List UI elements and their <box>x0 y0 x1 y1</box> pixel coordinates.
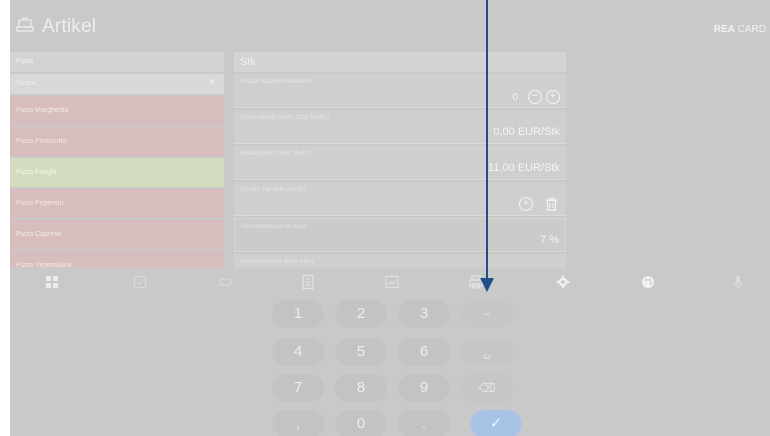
list-icon[interactable] <box>300 274 316 290</box>
brand-light: CARD <box>734 24 766 35</box>
decimals-field[interactable]: Anzahl Nachkommastellen 0 − + <box>234 74 566 108</box>
category-header[interactable]: Pizza <box>10 52 224 72</box>
tag-icon[interactable] <box>218 274 234 290</box>
key-3[interactable]: 3 <box>398 300 450 328</box>
vat-out-of-house-label: Mehrwertsteuer außer Haus <box>240 259 315 265</box>
list-item[interactable]: Pizza Caprese <box>10 220 224 249</box>
search-input[interactable]: Suche... × <box>10 74 224 94</box>
sale-price-field[interactable]: Verkaufspreis (inkl. MwSt.) 11,00 EUR/St… <box>234 146 566 180</box>
search-placeholder: Suche... <box>16 80 42 87</box>
key-5[interactable]: 5 <box>335 338 387 366</box>
pointer-arrow-icon <box>480 278 494 292</box>
decimals-label: Anzahl Nachkommastellen <box>240 79 312 85</box>
microphone-icon[interactable] <box>730 274 746 290</box>
purchase-price-label: Einkaufspreis (netto, zzgl. MwSt.) <box>240 115 330 121</box>
key-2[interactable]: 2 <box>335 300 387 328</box>
sale-price-label: Verkaufspreis (inkl. MwSt.) <box>240 151 312 157</box>
minus-icon[interactable]: − <box>528 90 542 104</box>
key-9[interactable]: 9 <box>398 374 450 402</box>
schoko-tag-label: Schoko Tag (inkl. MwSt.) <box>240 187 306 193</box>
list-item[interactable]: Pizza Peperoni <box>10 189 224 218</box>
register-icon <box>16 17 34 32</box>
page-title: Artikel <box>42 16 97 37</box>
gear-icon[interactable] <box>555 274 571 290</box>
list-item-selected[interactable]: Pizza Funghi <box>10 158 224 187</box>
decimals-stepper: 0 − + <box>512 90 560 104</box>
grid-icon[interactable] <box>44 274 60 290</box>
key-4[interactable]: 4 <box>272 338 324 366</box>
purchase-price-field[interactable]: Einkaufspreis (netto, zzgl. MwSt.) 0,00 … <box>234 110 566 144</box>
vat-in-house-value: 7 % <box>540 234 559 246</box>
plus-icon[interactable]: + <box>546 90 560 104</box>
key-6[interactable]: 6 <box>398 338 450 366</box>
key-space[interactable]: ␣ <box>461 338 513 366</box>
schoko-actions: + <box>519 197 558 211</box>
key-7[interactable]: 7 <box>272 374 324 402</box>
key-comma[interactable]: , <box>272 410 324 436</box>
box-icon[interactable] <box>132 274 148 290</box>
key-dot[interactable]: . <box>398 410 450 436</box>
list-item[interactable]: Pizza Vegetaliana <box>10 251 224 268</box>
clear-search-icon[interactable]: × <box>209 77 215 88</box>
sale-price-value: 11,00 EUR/Stk <box>488 162 560 174</box>
purchase-price-value: 0,00 EUR/Stk <box>493 126 560 138</box>
pointer-annotation-line <box>486 0 488 280</box>
top-bar: Artikel REA CARD <box>10 10 770 42</box>
brand-logo: REA CARD <box>714 24 766 35</box>
vat-in-house-field[interactable]: Mehrwertsteuer im Haus 7 % <box>234 218 566 252</box>
article-list: Pizza Suche... × Pizza Margherita Pizza … <box>10 52 224 268</box>
unit-header[interactable]: Stk <box>234 52 566 72</box>
vat-out-of-house-field[interactable]: Mehrwertsteuer außer Haus <box>234 254 566 268</box>
list-item[interactable]: Pizza Prosciutto <box>10 127 224 156</box>
list-item[interactable]: Pizza Margherita <box>10 96 224 125</box>
key-minus[interactable]: − <box>461 300 513 328</box>
schoko-tag-field: Schoko Tag (inkl. MwSt.) + <box>234 182 566 216</box>
confirm-button[interactable]: ✓ <box>470 410 522 436</box>
add-icon[interactable]: + <box>519 197 533 211</box>
key-8[interactable]: 8 <box>335 374 387 402</box>
key-backspace[interactable]: ⌫ <box>461 374 513 402</box>
decimals-value: 0 <box>512 91 518 103</box>
key-1[interactable]: 1 <box>272 300 324 328</box>
key-0[interactable]: 0 <box>335 410 387 436</box>
image-icon[interactable] <box>384 274 400 290</box>
palette-icon[interactable] <box>640 274 656 290</box>
app-window: Artikel REA CARD Pizza Suche... × Pizza … <box>10 0 770 436</box>
bottom-icon-bar <box>10 268 770 296</box>
vat-in-house-label: Mehrwertsteuer im Haus <box>241 224 307 230</box>
trash-icon[interactable] <box>545 197 558 211</box>
brand-bold: REA <box>713 24 735 35</box>
article-detail: Stk Anzahl Nachkommastellen 0 − + Einkau… <box>234 52 566 268</box>
